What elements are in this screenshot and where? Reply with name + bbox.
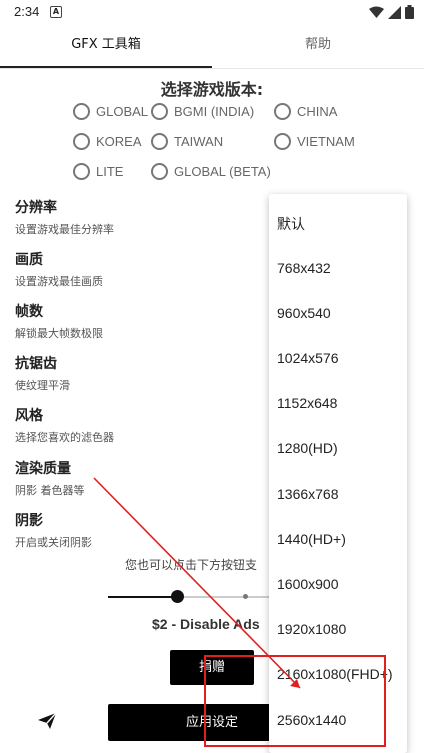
resolution-option[interactable]: 默认 bbox=[277, 214, 305, 234]
setting-subtitle: 阴影 着色器等 bbox=[15, 484, 85, 497]
setting-subtitle: 解锁最大帧数极限 bbox=[15, 327, 103, 340]
resolution-option[interactable]: 1152x648 bbox=[277, 395, 337, 411]
setting-render-quality[interactable]: 渲染质量 阴影 着色器等 bbox=[15, 458, 85, 498]
setting-title: 抗锯齿 bbox=[15, 356, 57, 372]
radio-circle-icon bbox=[151, 133, 168, 150]
donate-hint: 您也可以点击下方按钮支 bbox=[125, 558, 258, 572]
resolution-option[interactable]: 1920x1080 bbox=[277, 621, 346, 637]
radio-label: KOREA bbox=[96, 134, 142, 149]
setting-subtitle: 设置游戏最佳画质 bbox=[15, 275, 103, 288]
radio-circle-icon bbox=[73, 133, 90, 150]
setting-title: 渲染质量 bbox=[15, 461, 71, 477]
radio-global-beta[interactable]: GLOBAL (BETA) bbox=[151, 163, 271, 180]
setting-title: 分辨率 bbox=[15, 200, 57, 216]
tab-indicator bbox=[0, 66, 212, 68]
send-icon[interactable] bbox=[38, 713, 56, 729]
resolution-option[interactable]: 1366x768 bbox=[277, 486, 339, 502]
radio-circle-icon bbox=[274, 103, 291, 120]
resolution-option[interactable]: 960x540 bbox=[277, 305, 331, 321]
version-title: 选择游戏版本: bbox=[160, 80, 264, 99]
setting-title: 风格 bbox=[15, 408, 43, 424]
status-icons bbox=[369, 5, 414, 19]
setting-style[interactable]: 风格 选择您喜欢的滤色器 bbox=[15, 405, 114, 445]
radio-label: GLOBAL bbox=[96, 104, 149, 119]
resolution-option[interactable]: 2160x1080(FHD+) bbox=[277, 666, 393, 682]
setting-fps[interactable]: 帧数 解锁最大帧数极限 bbox=[15, 301, 103, 341]
resolution-option[interactable]: 1440(HD+) bbox=[277, 531, 346, 547]
resolution-option[interactable]: 1600x900 bbox=[277, 576, 339, 592]
radio-label: CHINA bbox=[297, 104, 338, 119]
tab-bar: GFX 工具箱 帮助 bbox=[0, 24, 424, 69]
setting-subtitle: 使纹理平滑 bbox=[15, 379, 70, 392]
battery-icon bbox=[405, 5, 414, 19]
status-time: 2:34 bbox=[14, 4, 40, 19]
setting-quality[interactable]: 画质 设置游戏最佳画质 bbox=[15, 249, 103, 289]
radio-taiwan[interactable]: TAIWAN bbox=[151, 133, 223, 150]
setting-antialiasing[interactable]: 抗锯齿 使纹理平滑 bbox=[15, 353, 70, 393]
setting-title: 帧数 bbox=[15, 304, 43, 320]
donate-slider-thumb[interactable] bbox=[171, 590, 184, 603]
radio-circle-icon bbox=[73, 163, 90, 180]
setting-subtitle: 开启或关闭阴影 bbox=[15, 536, 92, 549]
signal-icon bbox=[388, 5, 401, 19]
radio-circle-icon bbox=[151, 103, 168, 120]
radio-circle-icon bbox=[73, 103, 90, 120]
radio-bgmi[interactable]: BGMI (INDIA) bbox=[151, 103, 254, 120]
disable-ads-label: $2 - Disable Ads bbox=[152, 616, 260, 632]
radio-label: TAIWAN bbox=[174, 134, 224, 149]
radio-circle-icon bbox=[274, 133, 291, 150]
notification-icon: A bbox=[50, 6, 62, 18]
radio-label: GLOBAL (BETA) bbox=[174, 164, 271, 179]
status-bar: 2:34 A bbox=[0, 0, 424, 24]
radio-vietnam[interactable]: VIETNAM bbox=[274, 133, 355, 150]
resolution-option[interactable]: 768x432 bbox=[277, 260, 331, 276]
radio-label: LITE bbox=[96, 164, 124, 179]
tab-gfx-tool[interactable]: GFX 工具箱 bbox=[0, 24, 212, 68]
radio-global[interactable]: GLOBAL bbox=[73, 103, 148, 120]
tab-help[interactable]: 帮助 bbox=[212, 24, 424, 68]
donate-button[interactable]: 捐赠 bbox=[170, 650, 254, 685]
setting-title: 阴影 bbox=[15, 513, 43, 529]
radio-label: BGMI (INDIA) bbox=[174, 104, 255, 119]
setting-subtitle: 选择您喜欢的滤色器 bbox=[15, 431, 114, 444]
setting-subtitle: 设置游戏最佳分辨率 bbox=[15, 223, 114, 236]
radio-lite[interactable]: LITE bbox=[73, 163, 123, 180]
resolution-option[interactable]: 2560x1440 bbox=[277, 712, 346, 728]
radio-label: VIETNAM bbox=[297, 134, 355, 149]
donate-slider-step bbox=[243, 594, 248, 599]
donate-slider-rest bbox=[184, 596, 274, 598]
radio-china[interactable]: CHINA bbox=[274, 103, 337, 120]
resolution-dropdown: 默认 768x432 960x540 1024x576 1152x648 128… bbox=[269, 194, 407, 753]
setting-resolution[interactable]: 分辨率 设置游戏最佳分辨率 bbox=[15, 197, 114, 237]
setting-title: 画质 bbox=[15, 252, 43, 268]
donate-slider-track bbox=[108, 596, 180, 598]
radio-korea[interactable]: KOREA bbox=[73, 133, 142, 150]
radio-circle-icon bbox=[151, 163, 168, 180]
setting-shadow[interactable]: 阴影 开启或关闭阴影 bbox=[15, 510, 92, 550]
resolution-option[interactable]: 1024x576 bbox=[277, 350, 339, 366]
wifi-icon bbox=[369, 6, 384, 18]
resolution-option[interactable]: 1280(HD) bbox=[277, 440, 338, 456]
